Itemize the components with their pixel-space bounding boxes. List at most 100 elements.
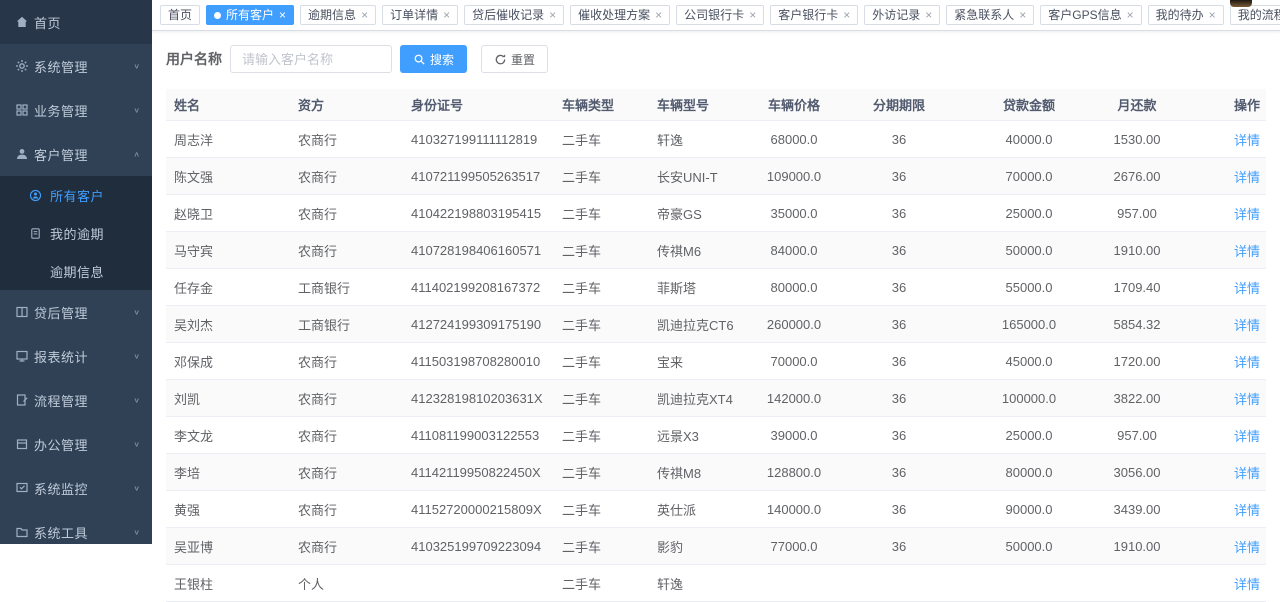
sidebar-item-customer-management[interactable]: 客户管理∧ [0,132,152,176]
column-header: 车辆型号 [649,89,739,121]
close-icon[interactable]: × [749,9,756,21]
reset-button[interactable]: 重置 [481,45,548,73]
detail-link[interactable]: 详情 [1234,207,1260,222]
cell: 3822.00 [1109,380,1165,417]
close-icon[interactable]: × [279,9,286,21]
chevron-down-icon: ∨ [133,440,140,449]
close-icon[interactable]: × [843,9,850,21]
tab-all-customers[interactable]: 所有客户× [206,5,294,25]
close-icon[interactable]: × [1209,9,1216,21]
close-icon[interactable]: × [925,9,932,21]
active-tab-dot-icon [214,12,221,19]
detail-link[interactable]: 详情 [1234,281,1260,296]
chevron-down-icon: ∨ [133,352,140,361]
detail-link[interactable]: 详情 [1234,577,1260,592]
cell [1109,565,1165,602]
cell: 70000.0 [949,158,1109,195]
sidebar-subitem-all-customers[interactable]: 所有客户 [0,176,152,214]
close-icon[interactable]: × [443,9,450,21]
cell: 轩逸 [649,121,739,158]
cell [739,565,849,602]
sidebar-item-system-management[interactable]: 系统管理∨ [0,44,152,88]
tab-label: 公司银行卡 [684,9,744,21]
cell: 5854.32 [1109,306,1165,343]
tab-post-loan-collection-records[interactable]: 贷后催收记录× [464,5,564,25]
detail-link[interactable]: 详情 [1234,133,1260,148]
detail-link[interactable]: 详情 [1234,244,1260,259]
cell: 411402199208167372 [403,269,554,306]
cell: 邓保成 [166,343,290,380]
cell: 农商行 [290,343,403,380]
detail-link[interactable]: 详情 [1234,355,1260,370]
cell-actions: 详情 [1165,195,1266,232]
cell: 二手车 [554,380,649,417]
cell: 传祺M8 [649,454,739,491]
detail-link[interactable]: 详情 [1234,540,1260,555]
tab-field-visit-records[interactable]: 外访记录× [864,5,940,25]
tab-home[interactable]: 首页 [160,5,200,25]
cell: 1910.00 [1109,528,1165,565]
tab-order-details[interactable]: 订单详情× [382,5,458,25]
detail-link[interactable]: 详情 [1234,503,1260,518]
tab-emergency-contacts[interactable]: 紧急联系人× [946,5,1034,25]
sidebar-item-report-statistics[interactable]: 报表统计∨ [0,334,152,378]
home-icon [14,15,29,30]
column-header: 资方 [290,89,403,121]
sidebar-subitem-overdue-info[interactable]: 逾期信息 [0,252,152,290]
sidebar-item-office-management[interactable]: 办公管理∨ [0,422,152,466]
close-icon[interactable]: × [1127,9,1134,21]
cell: 陈文强 [166,158,290,195]
cell: 2676.00 [1109,158,1165,195]
submenu-customer-management: 所有客户我的逾期逾期信息 [0,176,152,290]
sidebar-item-label: 系统管理 [34,57,88,76]
cell: 36 [849,380,949,417]
detail-link[interactable]: 详情 [1234,392,1260,407]
sidebar-item-system-tools[interactable]: 系统工具∨ [0,510,152,554]
tab-company-bank-card[interactable]: 公司银行卡 × [676,5,764,25]
close-icon[interactable]: × [1019,9,1026,21]
sidebar-item-home[interactable]: 首页 [0,0,152,44]
table-row-partial: 王银柱个人二手车轩逸详情 [166,565,1266,602]
cell: 3439.00 [1109,491,1165,528]
cell: 109000.0 [739,158,849,195]
sidebar-subitem-my-overdue[interactable]: 我的逾期 [0,214,152,252]
cell-actions: 详情 [1165,417,1266,454]
search-button[interactable]: 搜索 [400,45,467,73]
cell: 二手车 [554,158,649,195]
tab-collection-handling-plan[interactable]: 催收处理方案× [570,5,670,25]
sidebar-item-business-management[interactable]: 业务管理∨ [0,88,152,132]
cell: 41142119950822450X [403,454,554,491]
tab-my-flows[interactable]: 我的流程× [1230,5,1280,25]
tab-my-todo[interactable]: 我的待办× [1148,5,1224,25]
detail-link[interactable]: 详情 [1234,318,1260,333]
cell: 赵晓卫 [166,195,290,232]
close-icon[interactable]: × [655,9,662,21]
cell-actions: 详情 [1165,565,1266,602]
avatar[interactable] [1230,0,1252,7]
cell: 黄强 [166,491,290,528]
cell: 260000.0 [739,306,849,343]
detail-link[interactable]: 详情 [1234,429,1260,444]
detail-link[interactable]: 详情 [1234,466,1260,481]
tab-customer-bank-card[interactable]: 客户银行卡× [770,5,858,25]
column-header: 身份证号 [403,89,554,121]
sidebar-item-post-loan-management[interactable]: 贷后管理∨ [0,290,152,334]
cell: 农商行 [290,528,403,565]
cell: 957.00 [1109,195,1165,232]
cell: 25000.0 [949,417,1109,454]
close-icon[interactable]: × [549,9,556,21]
cell: 轩逸 [649,565,739,602]
tab-customer-gps-info[interactable]: 客户GPS信息× [1040,5,1141,25]
sidebar-item-label: 贷后管理 [34,303,88,322]
sidebar-item-system-monitoring[interactable]: 系统监控∨ [0,466,152,510]
cell: 36 [849,343,949,380]
sidebar-item-process-management[interactable]: 流程管理∨ [0,378,152,422]
tab-overdue-info[interactable]: 逾期信息× [300,5,376,25]
cell: 传祺M6 [649,232,739,269]
cell: 45000.0 [949,343,1109,380]
close-icon[interactable]: × [361,9,368,21]
cell: 55000.0 [949,269,1109,306]
search-input[interactable] [230,45,392,73]
detail-link[interactable]: 详情 [1234,170,1260,185]
chevron-down-icon: ∨ [133,528,140,537]
